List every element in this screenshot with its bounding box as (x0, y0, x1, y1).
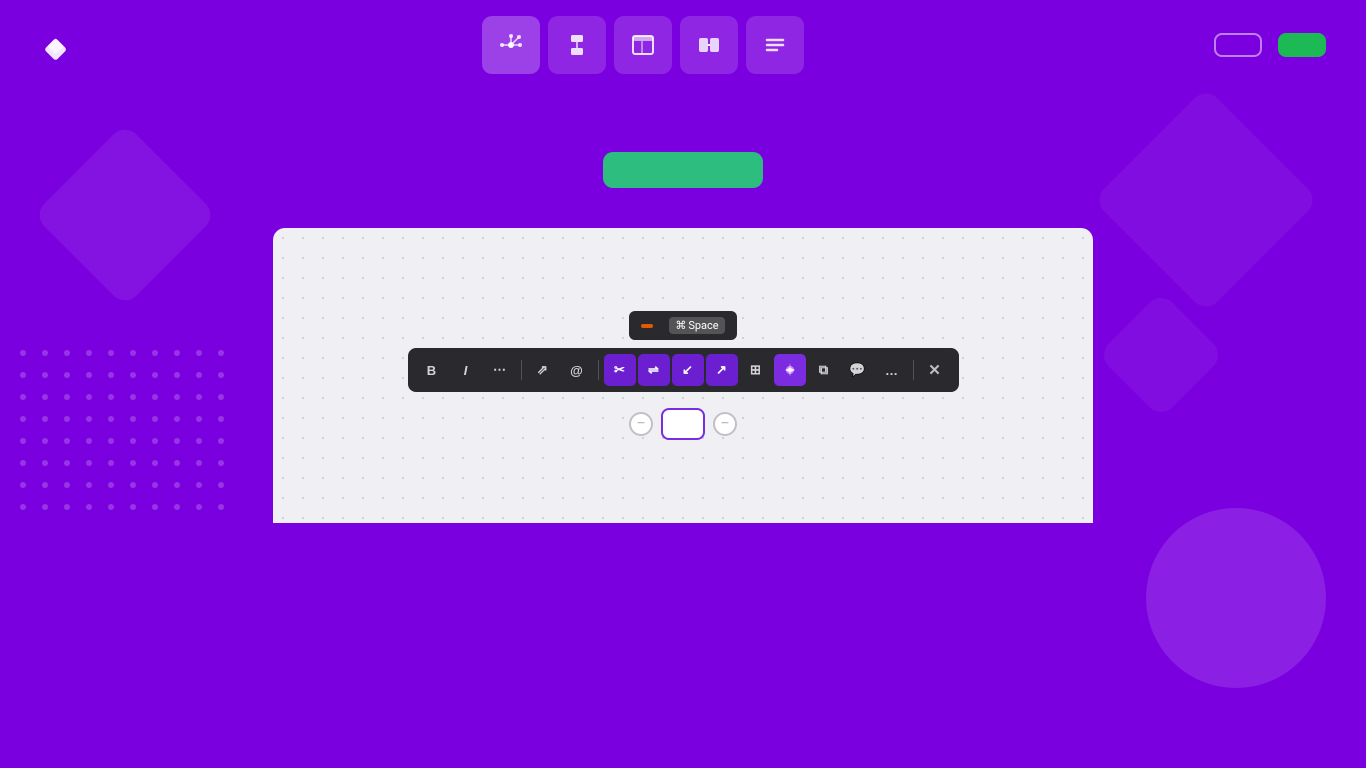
ai-sparkle-icon (781, 361, 799, 379)
toolbar-duplicate[interactable]: ⧉ (808, 354, 840, 386)
toolbar-close[interactable]: ✕ (919, 354, 951, 386)
space-label: Space (688, 319, 718, 332)
nav-mindmap-button[interactable] (482, 16, 540, 74)
connector-right-symbol: – (720, 416, 729, 432)
nav-icons (482, 16, 804, 74)
deco-diamond-topright-lg (1093, 90, 1319, 313)
connector-left-symbol: – (636, 416, 645, 432)
ai-tooltip: ⌘ Space (629, 311, 736, 340)
nav-flowchart-button[interactable] (548, 16, 606, 74)
mindmap-node: – – (629, 408, 737, 440)
try-it-now-button[interactable] (603, 152, 763, 188)
flowchart-nav-icon (563, 31, 591, 59)
mindmap-nav-icon (497, 31, 525, 59)
nav-right (1198, 33, 1326, 57)
header (0, 0, 1366, 90)
toolbar-bold[interactable]: B (416, 354, 448, 386)
cmd-symbol: ⌘ (675, 319, 686, 332)
toolbar-italic[interactable]: I (450, 354, 482, 386)
shortcut-hint: ⌘ Space (669, 317, 724, 334)
toolbar-comment[interactable]: 💬 (842, 354, 874, 386)
dot-grid: // generate dots inline const dg = docum… (20, 350, 236, 522)
wireframe-nav-icon (629, 31, 657, 59)
toolbar-ai[interactable] (774, 354, 806, 386)
signup-button[interactable] (1278, 33, 1326, 57)
nav-docs-button[interactable] (746, 16, 804, 74)
toolbar-sep-1 (521, 360, 522, 380)
sticky-nav-icon (695, 31, 723, 59)
toolbar-mention[interactable]: @ (561, 354, 593, 386)
toolbar-curve-right[interactable]: ↗ (706, 354, 738, 386)
hero-section: // generate dots inline const dg = docum… (0, 90, 1366, 768)
docs-nav-icon (761, 31, 789, 59)
toolbar-grid[interactable]: ⊞ (740, 354, 772, 386)
node-connector-right[interactable]: – (713, 412, 737, 436)
toolbar-sep-2 (598, 360, 599, 380)
demo-area: ⌘ Space B I ⋯ ⇗ @ ✂ ⇌ ↙ ↗ ⊞ ⧉ (273, 228, 1093, 523)
nav-sticky-button[interactable] (680, 16, 738, 74)
deco-diamond-topright-sm (1097, 291, 1224, 418)
nav-wireframe-button[interactable] (614, 16, 672, 74)
toolbar-more[interactable]: ⋯ (484, 354, 516, 386)
toolbar-link[interactable]: ⇗ (527, 354, 559, 386)
toolbar-swap[interactable]: ⇌ (638, 354, 670, 386)
whimsical-logo-icon (40, 27, 76, 63)
format-toolbar: B I ⋯ ⇗ @ ✂ ⇌ ↙ ↗ ⊞ ⧉ 💬 … ✕ (408, 348, 959, 392)
beta-badge (641, 324, 653, 328)
deco-diamond-topleft (33, 123, 217, 307)
node-box[interactable] (661, 408, 705, 440)
toolbar-cut[interactable]: ✂ (604, 354, 636, 386)
login-button[interactable] (1214, 33, 1262, 57)
toolbar-ellipsis[interactable]: … (876, 354, 908, 386)
toolbar-sep-3 (913, 360, 914, 380)
deco-circle-right (1146, 508, 1326, 688)
node-connector-left[interactable]: – (629, 412, 653, 436)
toolbar-curve-left[interactable]: ↙ (672, 354, 704, 386)
logo-area (40, 27, 88, 63)
